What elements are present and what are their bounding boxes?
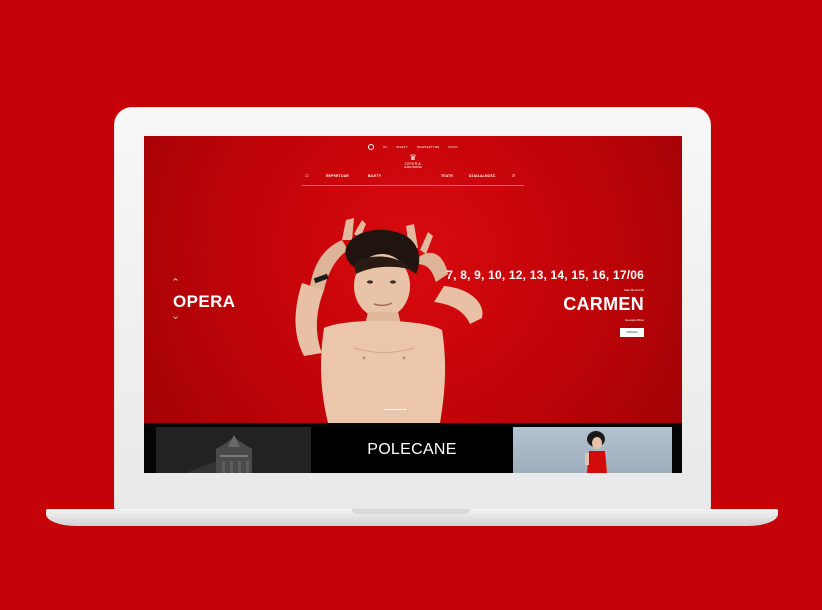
recommended-label: POLECANE [311,427,513,473]
top-links-bar: PL BILETY NEWSLETTER FOTO [144,144,682,150]
logo-subtitle: NARODOWA [404,165,422,169]
top-link-photo[interactable]: FOTO [449,145,458,149]
venue-label: Sala Moniuszki [623,288,644,292]
site-logo[interactable]: ♛ OPERA NARODOWA [396,154,430,169]
search-icon[interactable]: ⌕ [512,173,515,180]
top-link-lang[interactable]: PL [383,145,387,149]
top-link-tickets[interactable]: BILETY [396,145,408,149]
tile-singer-photo[interactable] [513,427,672,473]
laptop-screen: PL BILETY NEWSLETTER FOTO ♛ OPERA NARODO… [144,136,682,473]
tile-theatre-photo[interactable] [156,427,311,473]
hero-banner: PL BILETY NEWSLETTER FOTO ♛ OPERA NARODO… [144,136,682,423]
more-button[interactable]: WIĘCEJ [620,328,644,337]
composer-label: Georges Bizet [624,318,644,322]
laptop-notch [352,509,470,514]
recommended-strip: POLECANE [144,423,682,473]
performance-title: CARMEN [563,294,644,314]
globe-icon[interactable] [368,144,375,150]
hero-category: OPERA [173,292,236,311]
performance-dates: 7, 8, 9, 10, 12, 13, 14, 15, 16, 17/06 [446,268,644,282]
top-link-newsletter[interactable]: NEWSLETTER [417,145,440,149]
slider-indicator[interactable] [384,409,406,410]
slider-next-icon[interactable]: › [170,316,181,319]
slider-prev-icon[interactable]: ‹ [170,278,181,281]
hero-photo-boy [295,218,483,423]
